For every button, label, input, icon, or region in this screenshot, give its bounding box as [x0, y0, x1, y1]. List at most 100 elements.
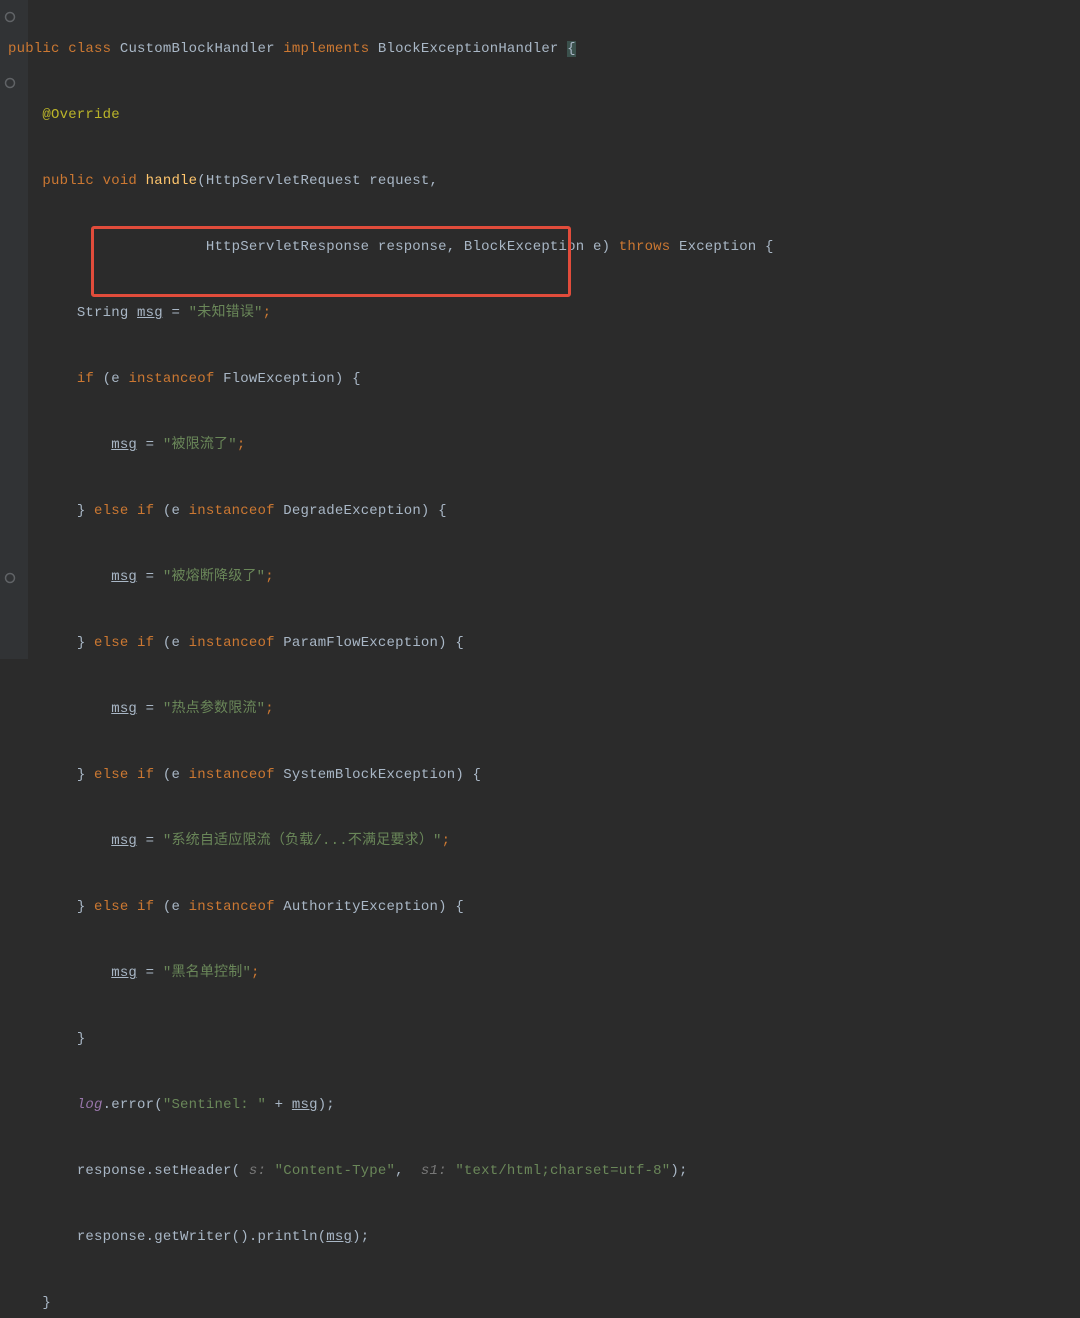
brace: } [77, 635, 86, 651]
code-line[interactable]: public void handle(HttpServletRequest re… [8, 165, 774, 198]
code-line[interactable]: HttpServletResponse response, BlockExcep… [8, 231, 774, 264]
brace: { [567, 41, 576, 57]
keyword-else-if: else if [94, 635, 154, 651]
variable: e [171, 635, 180, 651]
code-line[interactable]: } else if (e instanceof SystemBlockExcep… [8, 759, 774, 792]
comma: , [395, 1163, 412, 1179]
keyword-throws: throws [619, 239, 671, 255]
code-line[interactable]: response.getWriter().println(msg); [8, 1221, 774, 1254]
keyword-public: public [8, 41, 60, 57]
paren: ( [154, 899, 171, 915]
method-call: getWriter [154, 1229, 231, 1245]
code-line[interactable]: msg = "系统自适应限流（负载/...不满足要求）"; [8, 825, 774, 858]
equals: = [137, 965, 163, 981]
equals: = [163, 305, 189, 321]
brace: } [77, 1031, 86, 1047]
paren: ( [232, 1163, 249, 1179]
class-ref: ParamFlowException [283, 635, 438, 651]
keyword-implements: implements [283, 41, 369, 57]
brace: { [455, 635, 464, 651]
brace: { [352, 371, 361, 387]
string-literal: "被熔断降级了" [163, 569, 265, 585]
method-call: error [111, 1097, 154, 1113]
semicolon: ; [237, 437, 246, 453]
class-ref: SystemBlockException [283, 767, 455, 783]
code-line[interactable]: } else if (e instanceof ParamFlowExcepti… [8, 627, 774, 660]
exception-type: Exception [679, 239, 756, 255]
variable: response [77, 1163, 146, 1179]
comma: , [430, 173, 439, 189]
equals: = [137, 437, 163, 453]
code-line[interactable]: @Override [8, 99, 774, 132]
paren: ) [602, 239, 611, 255]
paren: ) [335, 371, 352, 387]
method-call: println [257, 1229, 317, 1245]
dot: . [103, 1097, 112, 1113]
variable: msg [111, 437, 137, 453]
code-line[interactable]: response.setHeader( s: "Content-Type", s… [8, 1155, 774, 1188]
variable: msg [111, 833, 137, 849]
param-type: HttpServletResponse [206, 239, 369, 255]
paren: ( [154, 635, 171, 651]
code-line[interactable]: msg = "被熔断降级了"; [8, 561, 774, 594]
variable: msg [111, 569, 137, 585]
paren: ) [438, 635, 455, 651]
variable: msg [111, 701, 137, 717]
code-line[interactable]: if (e instanceof FlowException) { [8, 363, 774, 396]
code-editor[interactable]: public class CustomBlockHandler implemen… [0, 0, 774, 1318]
brace: } [42, 1295, 51, 1311]
keyword-instanceof: instanceof [189, 635, 275, 651]
code-line[interactable]: String msg = "未知错误"; [8, 297, 774, 330]
paren: ( [318, 1229, 327, 1245]
variable: msg [326, 1229, 352, 1245]
semicolon: ; [251, 965, 260, 981]
param-type: HttpServletRequest [206, 173, 361, 189]
code-line[interactable]: } else if (e instanceof DegradeException… [8, 495, 774, 528]
paren: ) [438, 899, 455, 915]
dot: . [146, 1229, 155, 1245]
code-line[interactable]: public class CustomBlockHandler implemen… [8, 33, 774, 66]
paren: (). [232, 1229, 258, 1245]
semicolon: ; [442, 833, 451, 849]
brace: { [438, 503, 447, 519]
variable: msg [292, 1097, 318, 1113]
brace: { [455, 899, 464, 915]
brace: } [77, 503, 86, 519]
class-name: CustomBlockHandler [120, 41, 275, 57]
code-line[interactable]: msg = "黑名单控制"; [8, 957, 774, 990]
keyword-public: public [42, 173, 94, 189]
variable: msg [137, 305, 163, 321]
brace: { [473, 767, 482, 783]
param-hint: s1: [421, 1163, 447, 1179]
code-line[interactable]: } [8, 1023, 774, 1056]
code-line[interactable]: } [8, 1287, 774, 1318]
keyword-else-if: else if [94, 503, 154, 519]
log-field: log [77, 1097, 103, 1113]
keyword-void: void [103, 173, 137, 189]
brace: } [77, 899, 86, 915]
brace: } [77, 767, 86, 783]
interface-name: BlockExceptionHandler [378, 41, 559, 57]
close: ); [352, 1229, 369, 1245]
string-literal: "Sentinel: " [163, 1097, 266, 1113]
string-literal: "热点参数限流" [163, 701, 265, 717]
string-literal: "未知错误" [189, 305, 263, 321]
keyword-instanceof: instanceof [189, 767, 275, 783]
semicolon: ; [263, 305, 272, 321]
close: ); [318, 1097, 335, 1113]
paren: ( [154, 503, 171, 519]
code-line[interactable]: } else if (e instanceof AuthorityExcepti… [8, 891, 774, 924]
keyword-instanceof: instanceof [189, 899, 275, 915]
annotation: @Override [42, 107, 119, 123]
paren: ( [154, 767, 171, 783]
keyword-class: class [68, 41, 111, 57]
string-literal: "黑名单控制" [163, 965, 251, 981]
string-literal: "系统自适应限流（负载/...不满足要求）" [163, 833, 442, 849]
code-line[interactable]: log.error("Sentinel: " + msg); [8, 1089, 774, 1122]
variable: e [171, 767, 180, 783]
code-line[interactable]: msg = "热点参数限流"; [8, 693, 774, 726]
code-line[interactable]: msg = "被限流了"; [8, 429, 774, 462]
param-type: BlockException [464, 239, 584, 255]
equals: = [137, 833, 163, 849]
param-name: e [593, 239, 602, 255]
